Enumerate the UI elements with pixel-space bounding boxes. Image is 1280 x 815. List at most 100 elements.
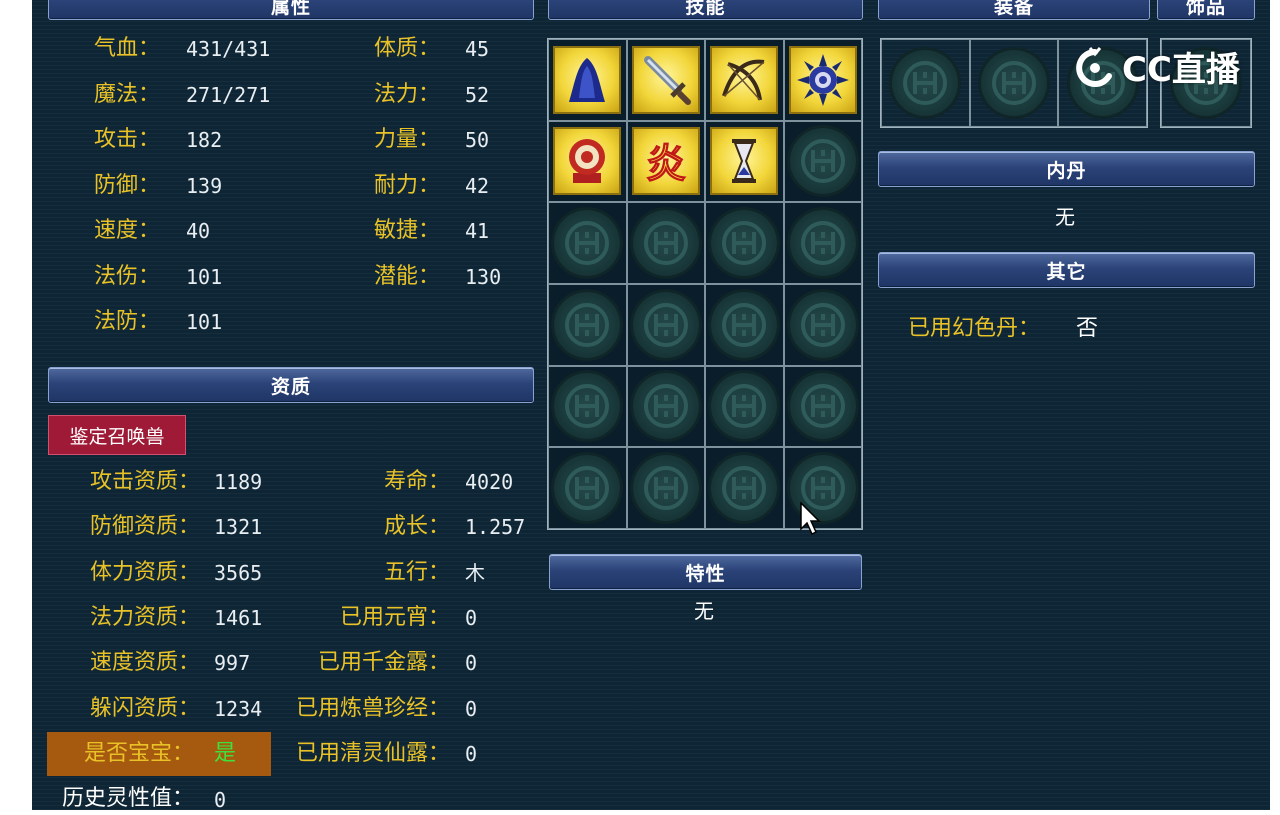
stat-label: 寿命： — [383, 469, 450, 494]
empty-slot-icon — [632, 291, 699, 358]
skills-header: 技能 — [548, 0, 863, 20]
stat-label: 已用清灵仙露： — [295, 740, 450, 766]
stat-value: 997 — [214, 651, 251, 676]
empty-slot-icon — [789, 291, 856, 358]
empty-slot-icon — [632, 455, 699, 522]
hourglass-skill-icon — [710, 127, 779, 196]
stat-value: 139 — [186, 173, 223, 198]
stat-label: 魔法： — [93, 81, 160, 107]
inner-core-value: 无 — [1055, 205, 1075, 229]
skill-slot[interactable] — [705, 283, 784, 366]
is-baby-label: 是否宝宝： — [84, 741, 195, 766]
stat-label: 攻击： — [93, 127, 160, 152]
stat-value: 50 — [465, 128, 490, 152]
stat-value: 45 — [465, 37, 490, 61]
empty-slot-icon — [554, 455, 621, 522]
stat-label: 已用元宵： — [339, 604, 450, 630]
empty-slot-icon — [711, 455, 778, 522]
skills-grid: 炎 — [547, 38, 863, 530]
empty-slot-icon — [892, 50, 959, 116]
stat-value: 182 — [186, 128, 223, 152]
skill-slot[interactable] — [548, 202, 627, 284]
empty-slot-icon — [789, 128, 856, 195]
empty-slot-icon — [632, 210, 699, 277]
stat-value: 4020 — [465, 470, 514, 494]
stat-label: 成长： — [383, 514, 450, 540]
skill-slot[interactable] — [548, 39, 627, 121]
skill-slot[interactable] — [783, 365, 862, 448]
empty-slot-icon — [554, 210, 621, 277]
stat-label: 速度资质： — [89, 650, 200, 676]
empty-slot-icon — [789, 210, 856, 277]
stat-label: 已用炼兽珍经： — [295, 695, 450, 721]
stat-label: 潜能： — [373, 263, 440, 289]
stat-label: 五行： — [383, 559, 450, 585]
inner-core-header: 内丹 — [878, 151, 1255, 187]
is-baby-value: 是 — [214, 741, 237, 766]
stat-label: 法防： — [93, 309, 160, 334]
skill-slot[interactable] — [783, 202, 862, 284]
stat-value: 41 — [465, 219, 490, 243]
empty-slot-icon — [632, 373, 699, 440]
traits-header: 特性 — [549, 554, 862, 590]
accessory-header: 饰品 — [1157, 0, 1255, 20]
stat-value: 1234 — [214, 696, 263, 721]
stat-value: 52 — [465, 82, 490, 107]
skill-slot[interactable] — [548, 447, 627, 529]
identify-pet-button[interactable]: 鉴定召唤兽 — [48, 415, 186, 455]
stat-value: 40 — [186, 219, 211, 243]
stat-label: 防御： — [93, 172, 160, 198]
skill-slot[interactable] — [705, 120, 784, 203]
stat-label: 力量： — [373, 127, 440, 152]
aptitude-header: 资质 — [48, 367, 534, 403]
skill-slot[interactable] — [548, 283, 627, 366]
traits-value: 无 — [694, 599, 714, 623]
stat-value: 0 — [465, 651, 478, 676]
equipment-slot[interactable] — [881, 39, 970, 127]
stat-value: 101 — [186, 264, 223, 289]
skill-slot[interactable] — [626, 283, 705, 366]
crossed-bows-skill-icon — [710, 45, 779, 114]
skill-slot[interactable] — [626, 447, 705, 529]
skill-slot[interactable] — [548, 365, 627, 448]
stat-value: 1.257 — [465, 515, 526, 540]
stat-label: 已用千金露： — [317, 650, 450, 676]
equipment-slot[interactable] — [969, 39, 1059, 127]
attributes-header: 属性 — [48, 0, 534, 20]
history-spirit-value: 0 — [214, 788, 227, 812]
stat-value: 1189 — [214, 470, 263, 494]
stat-label: 耐力： — [373, 172, 440, 198]
skill-slot[interactable]: 炎 — [626, 120, 705, 203]
stat-label: 气血： — [93, 36, 160, 61]
mouse-cursor-icon — [800, 502, 821, 536]
stat-label: 法力资质： — [89, 604, 200, 630]
empty-slot-icon — [789, 373, 856, 440]
skill-slot[interactable] — [705, 202, 784, 284]
stat-label: 敏捷： — [373, 218, 440, 243]
equipment-header: 装备 — [878, 0, 1150, 20]
skill-slot[interactable] — [783, 120, 862, 203]
spiked-orb-skill-icon — [788, 45, 857, 114]
stat-value: 101 — [186, 310, 223, 334]
stat-value: 42 — [465, 173, 490, 198]
skill-slot[interactable] — [783, 283, 862, 366]
skill-slot[interactable] — [626, 202, 705, 284]
cc-logo-icon — [1076, 46, 1112, 87]
skill-slot[interactable] — [705, 365, 784, 448]
empty-slot-icon — [554, 373, 621, 440]
skill-slot[interactable] — [705, 447, 784, 529]
skill-slot[interactable] — [783, 39, 862, 121]
empty-slot-icon — [554, 291, 621, 358]
stat-value: 1461 — [214, 605, 263, 630]
skill-slot[interactable] — [626, 365, 705, 448]
watermark-text: CC直播 — [1122, 50, 1240, 90]
skill-slot[interactable] — [626, 39, 705, 121]
skill-slot[interactable] — [783, 447, 862, 529]
empty-slot-icon — [711, 291, 778, 358]
stat-value: 0 — [465, 741, 478, 766]
skill-slot[interactable] — [548, 120, 627, 203]
skill-slot[interactable] — [705, 39, 784, 121]
stat-label: 防御资质： — [89, 514, 200, 540]
stat-label: 体力资质： — [89, 559, 200, 585]
stat-label: 速度： — [93, 218, 160, 243]
